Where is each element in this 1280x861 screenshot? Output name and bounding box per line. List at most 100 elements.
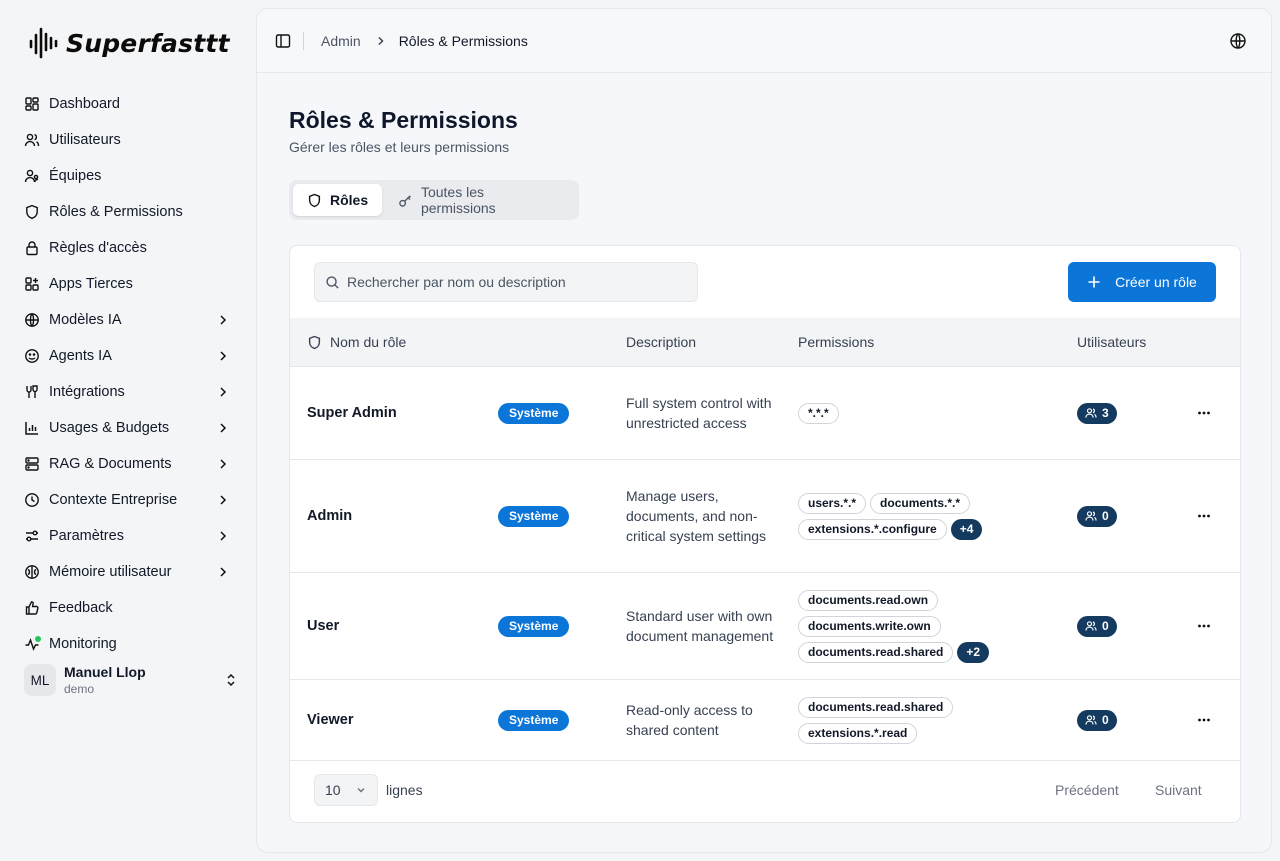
avatar: ML <box>24 664 56 696</box>
permissions-cell: documents.read.shared extensions.*.read <box>798 680 978 760</box>
table-row[interactable]: Viewer Système Read-only access to share… <box>290 680 1240 761</box>
breadcrumb-admin[interactable]: Admin <box>321 33 361 49</box>
sidebar-item-apps-tierces[interactable]: Apps Tierces <box>12 266 244 302</box>
building-icon <box>25 493 39 507</box>
app-logo[interactable]: Superfasttt <box>28 26 230 60</box>
plus-icon <box>1088 276 1100 288</box>
sidebar-item-parametres[interactable]: Paramètres <box>12 518 244 554</box>
chevron-right-icon <box>220 459 227 469</box>
users-cell: 0 <box>1077 573 1117 679</box>
sidebar-item-feedback[interactable]: Feedback <box>12 590 244 626</box>
permission-chip: documents.write.own <box>798 615 941 637</box>
permission-chip: users.*.* <box>798 492 867 514</box>
page-size-select[interactable]: 10 <box>314 774 378 806</box>
table-row[interactable]: Admin Système Manage users, documents, a… <box>290 460 1240 573</box>
sidebar-nav: Dashboard Utilisateurs Équipes Rôles & P… <box>12 86 244 652</box>
sidebar-item-label: Usages & Budgets <box>49 420 170 436</box>
sidebar-item-dashboard[interactable]: Dashboard <box>12 86 244 122</box>
next-page-button[interactable]: Suivant <box>1155 782 1202 798</box>
users-cell: 3 <box>1077 367 1117 459</box>
role-name-cell: Super Admin <box>307 367 397 459</box>
more-permissions-badge[interactable]: +4 <box>950 518 983 540</box>
more-horizontal-icon[interactable] <box>1196 508 1212 524</box>
tab-label: Rôles <box>330 192 369 208</box>
sidebar-item-roles-permissions[interactable]: Rôles & Permissions <box>12 194 244 230</box>
sidebar-item-usages-budgets[interactable]: Usages & Budgets <box>12 410 244 446</box>
globe-icon <box>25 313 39 327</box>
sidebar-item-rag-documents[interactable]: RAG & Documents <box>12 446 244 482</box>
sidebar-item-agents-ia[interactable]: Agents IA <box>12 338 244 374</box>
system-badge: Système <box>498 402 570 424</box>
sidebar-item-label: Intégrations <box>49 384 125 400</box>
row-actions-cell <box>1196 573 1212 679</box>
description-cell: Read-only access to shared content <box>626 680 776 760</box>
column-header-description: Description <box>626 318 696 366</box>
sidebar-item-equipes[interactable]: Équipes <box>12 158 244 194</box>
sidebar-item-modeles-ia[interactable]: Modèles IA <box>12 302 244 338</box>
create-role-label: Créer un rôle <box>1115 274 1197 290</box>
brain-icon <box>25 565 39 579</box>
create-role-button[interactable]: Créer un rôle <box>1068 262 1216 302</box>
role-badge-cell: Système <box>498 680 570 760</box>
table-row[interactable]: Super Admin Système Full system control … <box>290 367 1240 460</box>
dashboard-grid-icon <box>25 97 39 111</box>
chevron-right-icon <box>220 567 227 577</box>
bar-chart-icon <box>25 422 38 435</box>
chevron-right-icon <box>220 351 227 361</box>
users-icon <box>1085 511 1097 521</box>
sidebar-item-label: Dashboard <box>49 96 120 112</box>
tab-list: Rôles Toutes les permissions <box>289 180 579 220</box>
permission-chip: extensions.*.configure <box>798 518 947 540</box>
more-horizontal-icon[interactable] <box>1196 712 1212 728</box>
users-icon <box>1085 715 1097 725</box>
sidebar-item-memoire-utilisateur[interactable]: Mémoire utilisateur <box>12 554 244 590</box>
table-row[interactable]: User Système Standard user with own docu… <box>290 573 1240 680</box>
column-header-name[interactable]: Nom du rôle <box>307 318 406 366</box>
search-box <box>314 262 698 302</box>
permission-chip: *.*.* <box>798 402 839 424</box>
users-icon <box>1085 408 1097 418</box>
sidebar-item-label: Règles d'accès <box>49 240 147 256</box>
sidebar-toggle-icon[interactable] <box>275 33 291 49</box>
user-menu[interactable]: ML Manuel Llop demo <box>24 662 238 698</box>
chevron-right-icon <box>220 423 227 433</box>
role-name-cell: User <box>307 573 339 679</box>
sidebar-item-label: Feedback <box>49 600 113 616</box>
row-actions-cell <box>1196 367 1212 459</box>
previous-page-button[interactable]: Précédent <box>1055 782 1119 798</box>
more-permissions-badge[interactable]: +2 <box>957 641 990 663</box>
tab-all-permissions[interactable]: Toutes les permissions <box>384 184 575 216</box>
sidebar-item-contexte-entreprise[interactable]: Contexte Entreprise <box>12 482 244 518</box>
users-icon <box>24 133 40 147</box>
sliders-icon <box>26 530 38 542</box>
key-icon <box>399 194 412 207</box>
role-description: Full system control with unrestricted ac… <box>626 395 772 431</box>
row-actions-cell <box>1196 680 1212 760</box>
permission-chip: documents.*.* <box>870 492 971 514</box>
breadcrumb-current: Rôles & Permissions <box>398 33 528 49</box>
more-horizontal-icon[interactable] <box>1196 618 1212 634</box>
sidebar-item-regles-acces[interactable]: Règles d'accès <box>12 230 244 266</box>
language-globe-icon[interactable] <box>1229 32 1247 50</box>
sidebar-item-label: Rôles & Permissions <box>49 204 183 220</box>
sidebar-item-utilisateurs[interactable]: Utilisateurs <box>12 122 244 158</box>
sidebar-item-integrations[interactable]: Intégrations <box>12 374 244 410</box>
users-cell: 0 <box>1077 680 1117 760</box>
roles-table-card: Créer un rôle Nom du rôle Description Pe… <box>289 245 1241 823</box>
more-horizontal-icon[interactable] <box>1196 405 1212 421</box>
sidebar-item-label: Monitoring <box>49 636 117 652</box>
chevron-right-icon <box>220 495 227 505</box>
tab-roles[interactable]: Rôles <box>293 184 383 216</box>
permission-chip: extensions.*.read <box>798 722 918 744</box>
search-input[interactable] <box>347 263 687 301</box>
role-description: Manage users, documents, and non-critica… <box>626 488 767 544</box>
permissions-cell: *.*.* <box>798 367 1030 459</box>
sidebar-item-monitoring[interactable]: Monitoring <box>12 626 244 652</box>
column-header-label: Description <box>626 334 697 350</box>
user-count: 0 <box>1102 713 1109 727</box>
column-header-label: Nom du rôle <box>330 334 407 350</box>
sidebar-item-label: Équipes <box>49 168 102 184</box>
main-panel: Admin Rôles & Permissions Rôles & Permis… <box>256 8 1272 853</box>
description-cell: Standard user with own document manageme… <box>626 573 776 679</box>
role-name-cell: Viewer <box>307 680 354 760</box>
